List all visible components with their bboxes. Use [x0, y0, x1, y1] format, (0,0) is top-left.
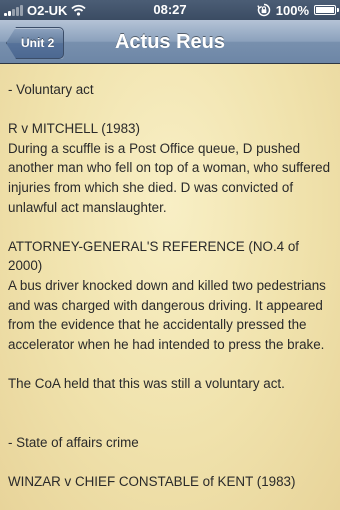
- case-title-winzar: WINZAR v CHIEF CONSTABLE of KENT (1983): [8, 473, 296, 489]
- battery-icon: [314, 5, 339, 15]
- case-title-mitchell: R v MITCHELL (1983): [8, 121, 140, 137]
- section-heading-voluntary: - Voluntary act: [8, 82, 94, 97]
- status-bar: O2-UK 08:27 100%: [0, 0, 340, 20]
- case-title-ag-reference: ATTORNEY-GENERAL'S REFERENCE (NO.4 of 20…: [8, 238, 300, 274]
- navigation-bar: Unit 2 Actus Reus: [0, 20, 340, 64]
- battery-percent: 100%: [275, 2, 309, 18]
- content-scroll-area[interactable]: - Voluntary act R v MITCHELL (1983) Duri…: [0, 64, 340, 510]
- screen: O2-UK 08:27 100% Unit 2 Actus Reus - Vol…: [0, 0, 340, 510]
- status-right: 100%: [256, 2, 339, 18]
- orientation-lock-icon: [256, 3, 270, 17]
- case-body-mitchell: During a scuffle is a Post Office queue,…: [8, 140, 331, 215]
- case-body-ag-reference: A bus driver knocked down and killed two…: [8, 277, 326, 352]
- section-heading-state-of-affairs: - State of affairs crime: [8, 434, 139, 450]
- case-holding-ag-reference: The CoA held that this was still a volun…: [8, 375, 285, 391]
- page-title: Actus Reus: [114, 31, 226, 53]
- battery-fill: [316, 7, 334, 13]
